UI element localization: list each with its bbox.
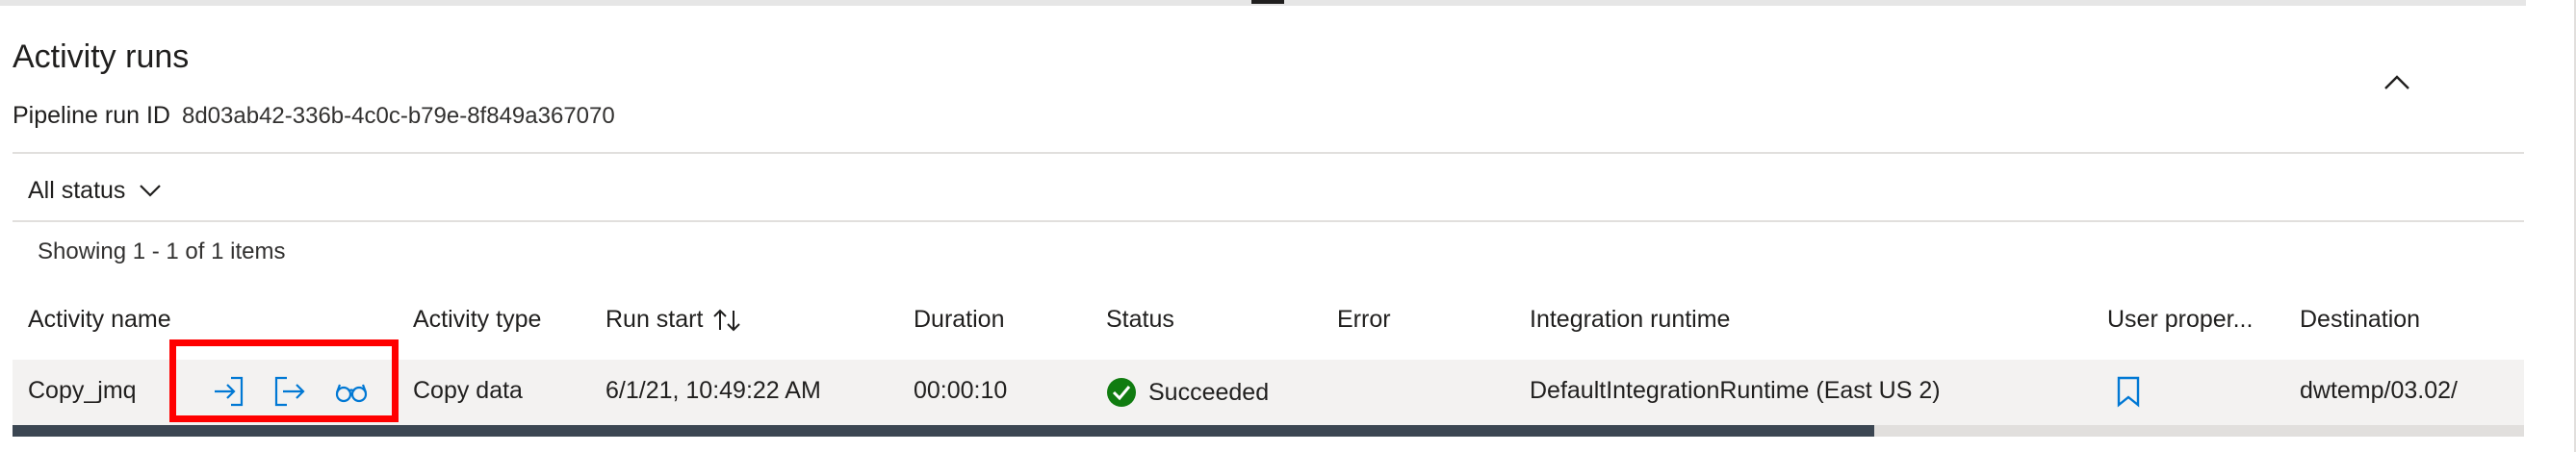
divider: [13, 220, 2524, 222]
bookmark-icon: [2117, 376, 2140, 408]
user-properties-button[interactable]: [2110, 373, 2147, 410]
collapse-button[interactable]: [2378, 63, 2416, 102]
cell-destination: dwtemp/03.02/: [2300, 377, 2458, 404]
resize-handle[interactable]: [1251, 0, 1284, 4]
cell-duration: 00:00:10: [914, 377, 1008, 404]
panel-title: Activity runs: [13, 38, 190, 75]
checkmark-circle-icon: [1107, 378, 1136, 407]
sort-arrows-icon: [713, 309, 741, 331]
column-header-destination[interactable]: Destination: [2300, 306, 2420, 334]
cell-integration-runtime: DefaultIntegrationRuntime (East US 2): [1530, 377, 1941, 404]
column-header-status[interactable]: Status: [1106, 306, 1174, 334]
column-header-activity-name[interactable]: Activity name: [28, 306, 171, 334]
status-filter-label: All status: [28, 176, 126, 204]
horizontal-scrollbar-thumb[interactable]: [13, 425, 1874, 437]
status-text: Succeeded: [1148, 378, 1270, 406]
cell-activity-name: Copy_jmq: [28, 377, 137, 404]
column-header-integration-runtime[interactable]: Integration runtime: [1530, 306, 1730, 334]
highlight-box: [169, 339, 399, 422]
chevron-up-icon: [2384, 75, 2409, 89]
pipeline-run-id-label: Pipeline run ID: [13, 102, 170, 129]
cell-status: Succeeded: [1106, 377, 1269, 408]
divider: [13, 152, 2524, 154]
column-header-run-start[interactable]: Run start: [605, 306, 741, 334]
status-filter-dropdown[interactable]: All status: [28, 173, 162, 208]
chevron-down-icon: [140, 185, 162, 197]
column-header-error[interactable]: Error: [1337, 306, 1391, 334]
items-count: Showing 1 - 1 of 1 items: [38, 239, 286, 264]
cell-run-start: 6/1/21, 10:49:22 AM: [605, 377, 821, 404]
column-header-duration[interactable]: Duration: [914, 306, 1005, 334]
pipeline-run-id-value: 8d03ab42-336b-4c0c-b79e-8f849a367070: [181, 103, 615, 129]
column-header-activity-type[interactable]: Activity type: [413, 306, 541, 334]
pipeline-run-id: Pipeline run ID 8d03ab42-336b-4c0c-b79e-…: [13, 102, 615, 130]
cell-activity-type: Copy data: [413, 377, 523, 404]
column-header-user-properties[interactable]: User proper...: [2107, 306, 2253, 334]
